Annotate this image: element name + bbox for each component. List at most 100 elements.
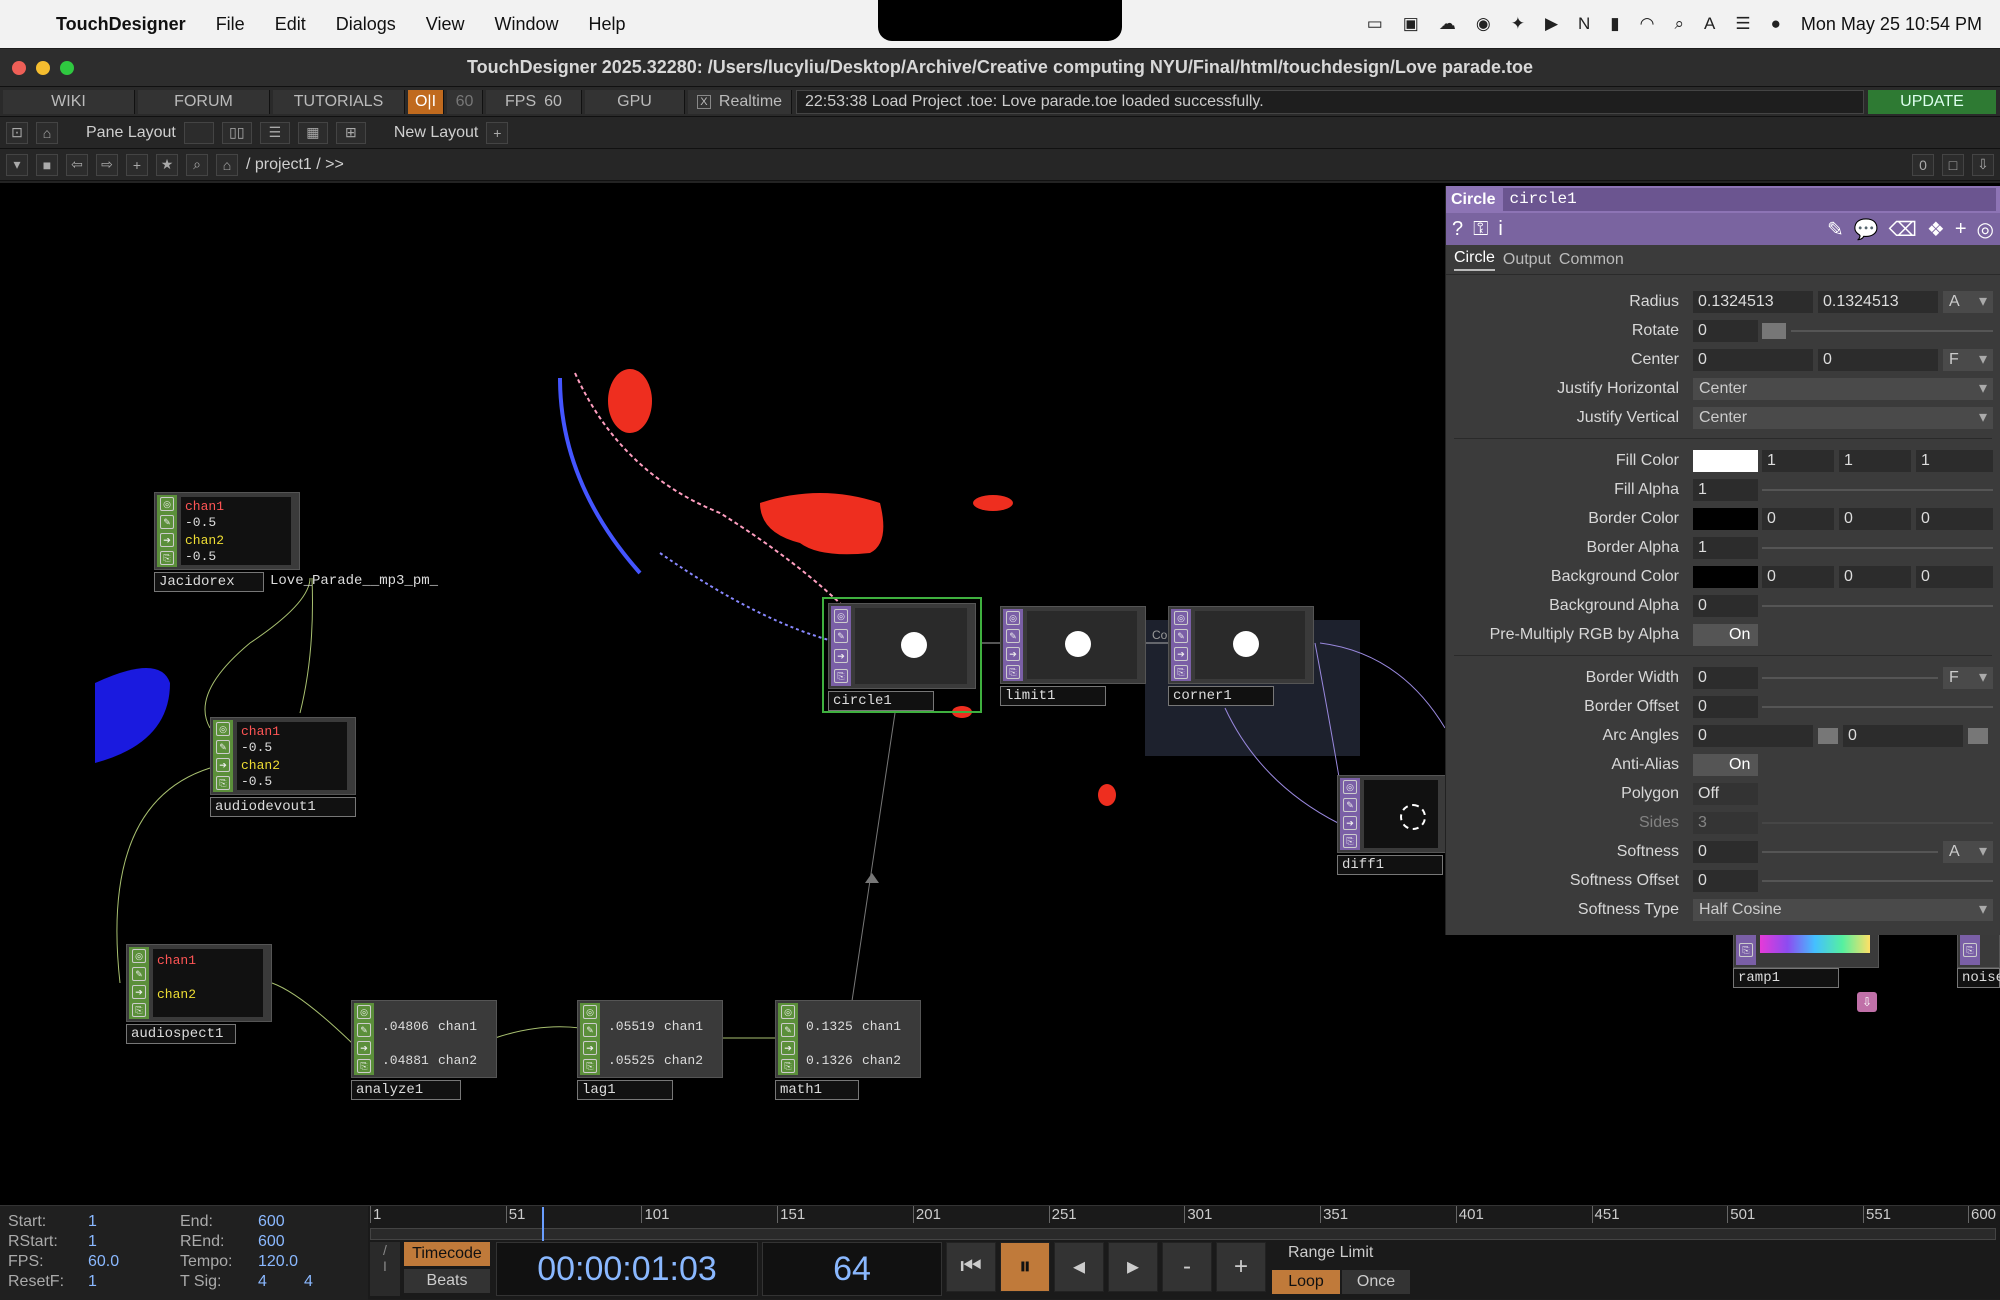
node-label[interactable]: corner1	[1168, 686, 1274, 706]
node-label[interactable]: limit1	[1000, 686, 1106, 706]
tab-common[interactable]: Common	[1559, 251, 1624, 269]
justify-v-dropdown[interactable]: Center	[1693, 407, 1993, 429]
edit-icon[interactable]: ✎	[1827, 217, 1844, 242]
node-flags[interactable]: ◎ ✎ ➔ ⎘	[580, 1003, 600, 1075]
softness-units-dropdown[interactable]: A	[1943, 841, 1993, 863]
softness-offset-slider[interactable]	[1762, 880, 1993, 882]
add-icon[interactable]: +	[126, 153, 148, 176]
audiodevout-node[interactable]: ◎ ✎ ➔ ⎘ chan1 -0.5 chan2 -0.5 audiodevout1	[210, 717, 356, 817]
node-flags[interactable]: ⎘	[1736, 934, 1756, 965]
maximize-pane-icon[interactable]: □	[1942, 153, 1964, 176]
arc-start-field[interactable]: 0	[1693, 725, 1813, 747]
border-alpha-slider[interactable]	[1762, 547, 1993, 549]
tutorials-button[interactable]: TUTORIALS	[273, 89, 405, 114]
border-alpha-field[interactable]: 1	[1693, 537, 1758, 559]
rotate-field[interactable]: 0	[1693, 320, 1758, 342]
screen-icon[interactable]: ▣	[1403, 14, 1419, 34]
softness-offset-field[interactable]: 0	[1693, 870, 1758, 892]
new-layout-plus-button[interactable]: +	[486, 121, 509, 144]
operator-name-field[interactable]: circle1	[1503, 188, 1996, 211]
back-icon[interactable]: ⇦	[66, 153, 88, 176]
comment-icon[interactable]: 💬	[1854, 217, 1879, 242]
fill-alpha-field[interactable]: 1	[1693, 479, 1758, 501]
radius-x-field[interactable]: 0.1324513	[1693, 291, 1813, 313]
center-units-dropdown[interactable]: F	[1943, 349, 1993, 371]
menu-dialogs[interactable]: Dialogs	[336, 14, 396, 35]
playhead[interactable]	[542, 1207, 544, 1241]
node-flags[interactable]: ⎘	[1960, 934, 1980, 965]
oi-button[interactable]: O|I	[408, 89, 444, 114]
ramp-node[interactable]: ⎘ ramp1 ⇩	[1733, 932, 1879, 1012]
bg-r-field[interactable]: 0	[1762, 566, 1834, 588]
border-width-slider[interactable]	[1762, 677, 1938, 679]
stat-value[interactable]: 120.0	[258, 1252, 298, 1272]
border-b-field[interactable]: 0	[1916, 508, 1993, 530]
network-path[interactable]: / project1 / >>	[246, 156, 344, 174]
stat-value[interactable]: 600	[258, 1212, 285, 1232]
arc-end-minus-icon[interactable]	[1968, 728, 1988, 744]
notion-icon[interactable]: N	[1578, 14, 1590, 34]
arc-start-minus-icon[interactable]	[1818, 728, 1838, 744]
noise-node[interactable]: ⎘ noise	[1957, 932, 2000, 1002]
clock[interactable]: Mon May 25 10:54 PM	[1801, 14, 1982, 35]
fill-r-field[interactable]: 1	[1762, 450, 1834, 472]
loop-button[interactable]: Loop	[1272, 1270, 1340, 1294]
pane-icon[interactable]: ⊡	[6, 121, 28, 144]
node-label[interactable]: lag1	[577, 1080, 673, 1100]
wiki-button[interactable]: WIKI	[3, 89, 135, 114]
bg-g-field[interactable]: 0	[1839, 566, 1911, 588]
stat-value[interactable]: 1	[88, 1272, 97, 1292]
node-label[interactable]: diff1	[1337, 855, 1443, 875]
justify-h-dropdown[interactable]: Center	[1693, 378, 1993, 400]
wifi-icon[interactable]: ◠	[1640, 14, 1655, 34]
node-flags[interactable]: ◎ ✎ ➔ ⎘	[778, 1003, 798, 1075]
pane-down-icon[interactable]: ⇩	[1972, 153, 1994, 176]
radius-y-field[interactable]: 0.1324513	[1818, 291, 1938, 313]
border-g-field[interactable]: 0	[1839, 508, 1911, 530]
diff-node[interactable]: ◎ ✎ ➔ ⎘ diff1	[1337, 775, 1447, 875]
forum-button[interactable]: FORUM	[138, 89, 270, 114]
pause-button[interactable]: ⏸	[1000, 1242, 1050, 1292]
node-flags[interactable]: ◎ ✎ ➔ ⎘	[831, 606, 851, 686]
node-flags[interactable]: ◎ ✎ ➔ ⎘	[1003, 609, 1023, 681]
search-network-icon[interactable]: ⌕	[186, 153, 208, 176]
timecode-display[interactable]: 00:00:01:03	[496, 1242, 758, 1296]
layout-split-h-button[interactable]: ☰	[259, 121, 290, 144]
menu-help[interactable]: Help	[589, 14, 626, 35]
layout-split-v-button[interactable]: ▯▯	[221, 121, 252, 144]
add-param-icon[interactable]: +	[1955, 218, 1967, 241]
fill-color-swatch[interactable]	[1693, 450, 1758, 472]
update-button[interactable]: UPDATE	[1868, 89, 1996, 114]
stat-value[interactable]: 1	[88, 1232, 97, 1252]
node-label[interactable]: audiodevout1	[210, 797, 356, 817]
display-icon[interactable]: ▭	[1367, 14, 1383, 34]
sparkle-icon[interactable]: ✦	[1511, 14, 1525, 34]
polygon-toggle[interactable]: Off	[1693, 783, 1758, 805]
input-source-icon[interactable]: A	[1704, 14, 1715, 34]
circle-node-selected[interactable]: ◎ ✎ ➔ ⎘ circle1	[822, 597, 982, 713]
bg-color-swatch[interactable]	[1693, 566, 1758, 588]
python-help-icon[interactable]: ⚿	[1473, 218, 1488, 241]
beats-button[interactable]: Beats	[404, 1269, 490, 1293]
new-layout-label[interactable]: New Layout	[394, 124, 479, 142]
frame-display[interactable]: 64	[762, 1242, 942, 1296]
node-label[interactable]: ramp1	[1733, 968, 1839, 988]
corner-node[interactable]: ◎ ✎ ➔ ⎘ corner1 Co	[1152, 606, 1314, 706]
border-r-field[interactable]: 0	[1762, 508, 1834, 530]
info-icon[interactable]: i	[1498, 218, 1502, 241]
softness-type-dropdown[interactable]: Half Cosine	[1693, 899, 1993, 921]
step-back-button[interactable]: ◂	[1054, 1242, 1104, 1292]
jacidorex-node[interactable]: ◎ ✎ ➔ ⎘ chan1 -0.5 chan2 -0.5 Jacidorex Lov…	[154, 492, 438, 592]
node-flags[interactable]: ◎ ✎ ➔ ⎘	[1171, 609, 1191, 681]
stat-value[interactable]: 4	[304, 1272, 313, 1292]
timecode-button[interactable]: Timecode	[404, 1242, 490, 1266]
ramp-download-icon[interactable]: ⇩	[1857, 992, 1877, 1012]
border-offset-field[interactable]: 0	[1693, 696, 1758, 718]
stat-value[interactable]: 4	[258, 1272, 267, 1292]
limit-node[interactable]: ◎ ✎ ➔ ⎘ limit1	[1000, 606, 1146, 706]
stat-value[interactable]: 600	[258, 1232, 285, 1252]
rotate-minus-icon[interactable]	[1762, 323, 1786, 339]
softness-slider[interactable]	[1762, 851, 1938, 853]
log-message[interactable]: 22:53:38 Load Project .toe: Love parade.…	[796, 89, 1864, 114]
home-icon[interactable]: ⌂	[36, 121, 58, 144]
